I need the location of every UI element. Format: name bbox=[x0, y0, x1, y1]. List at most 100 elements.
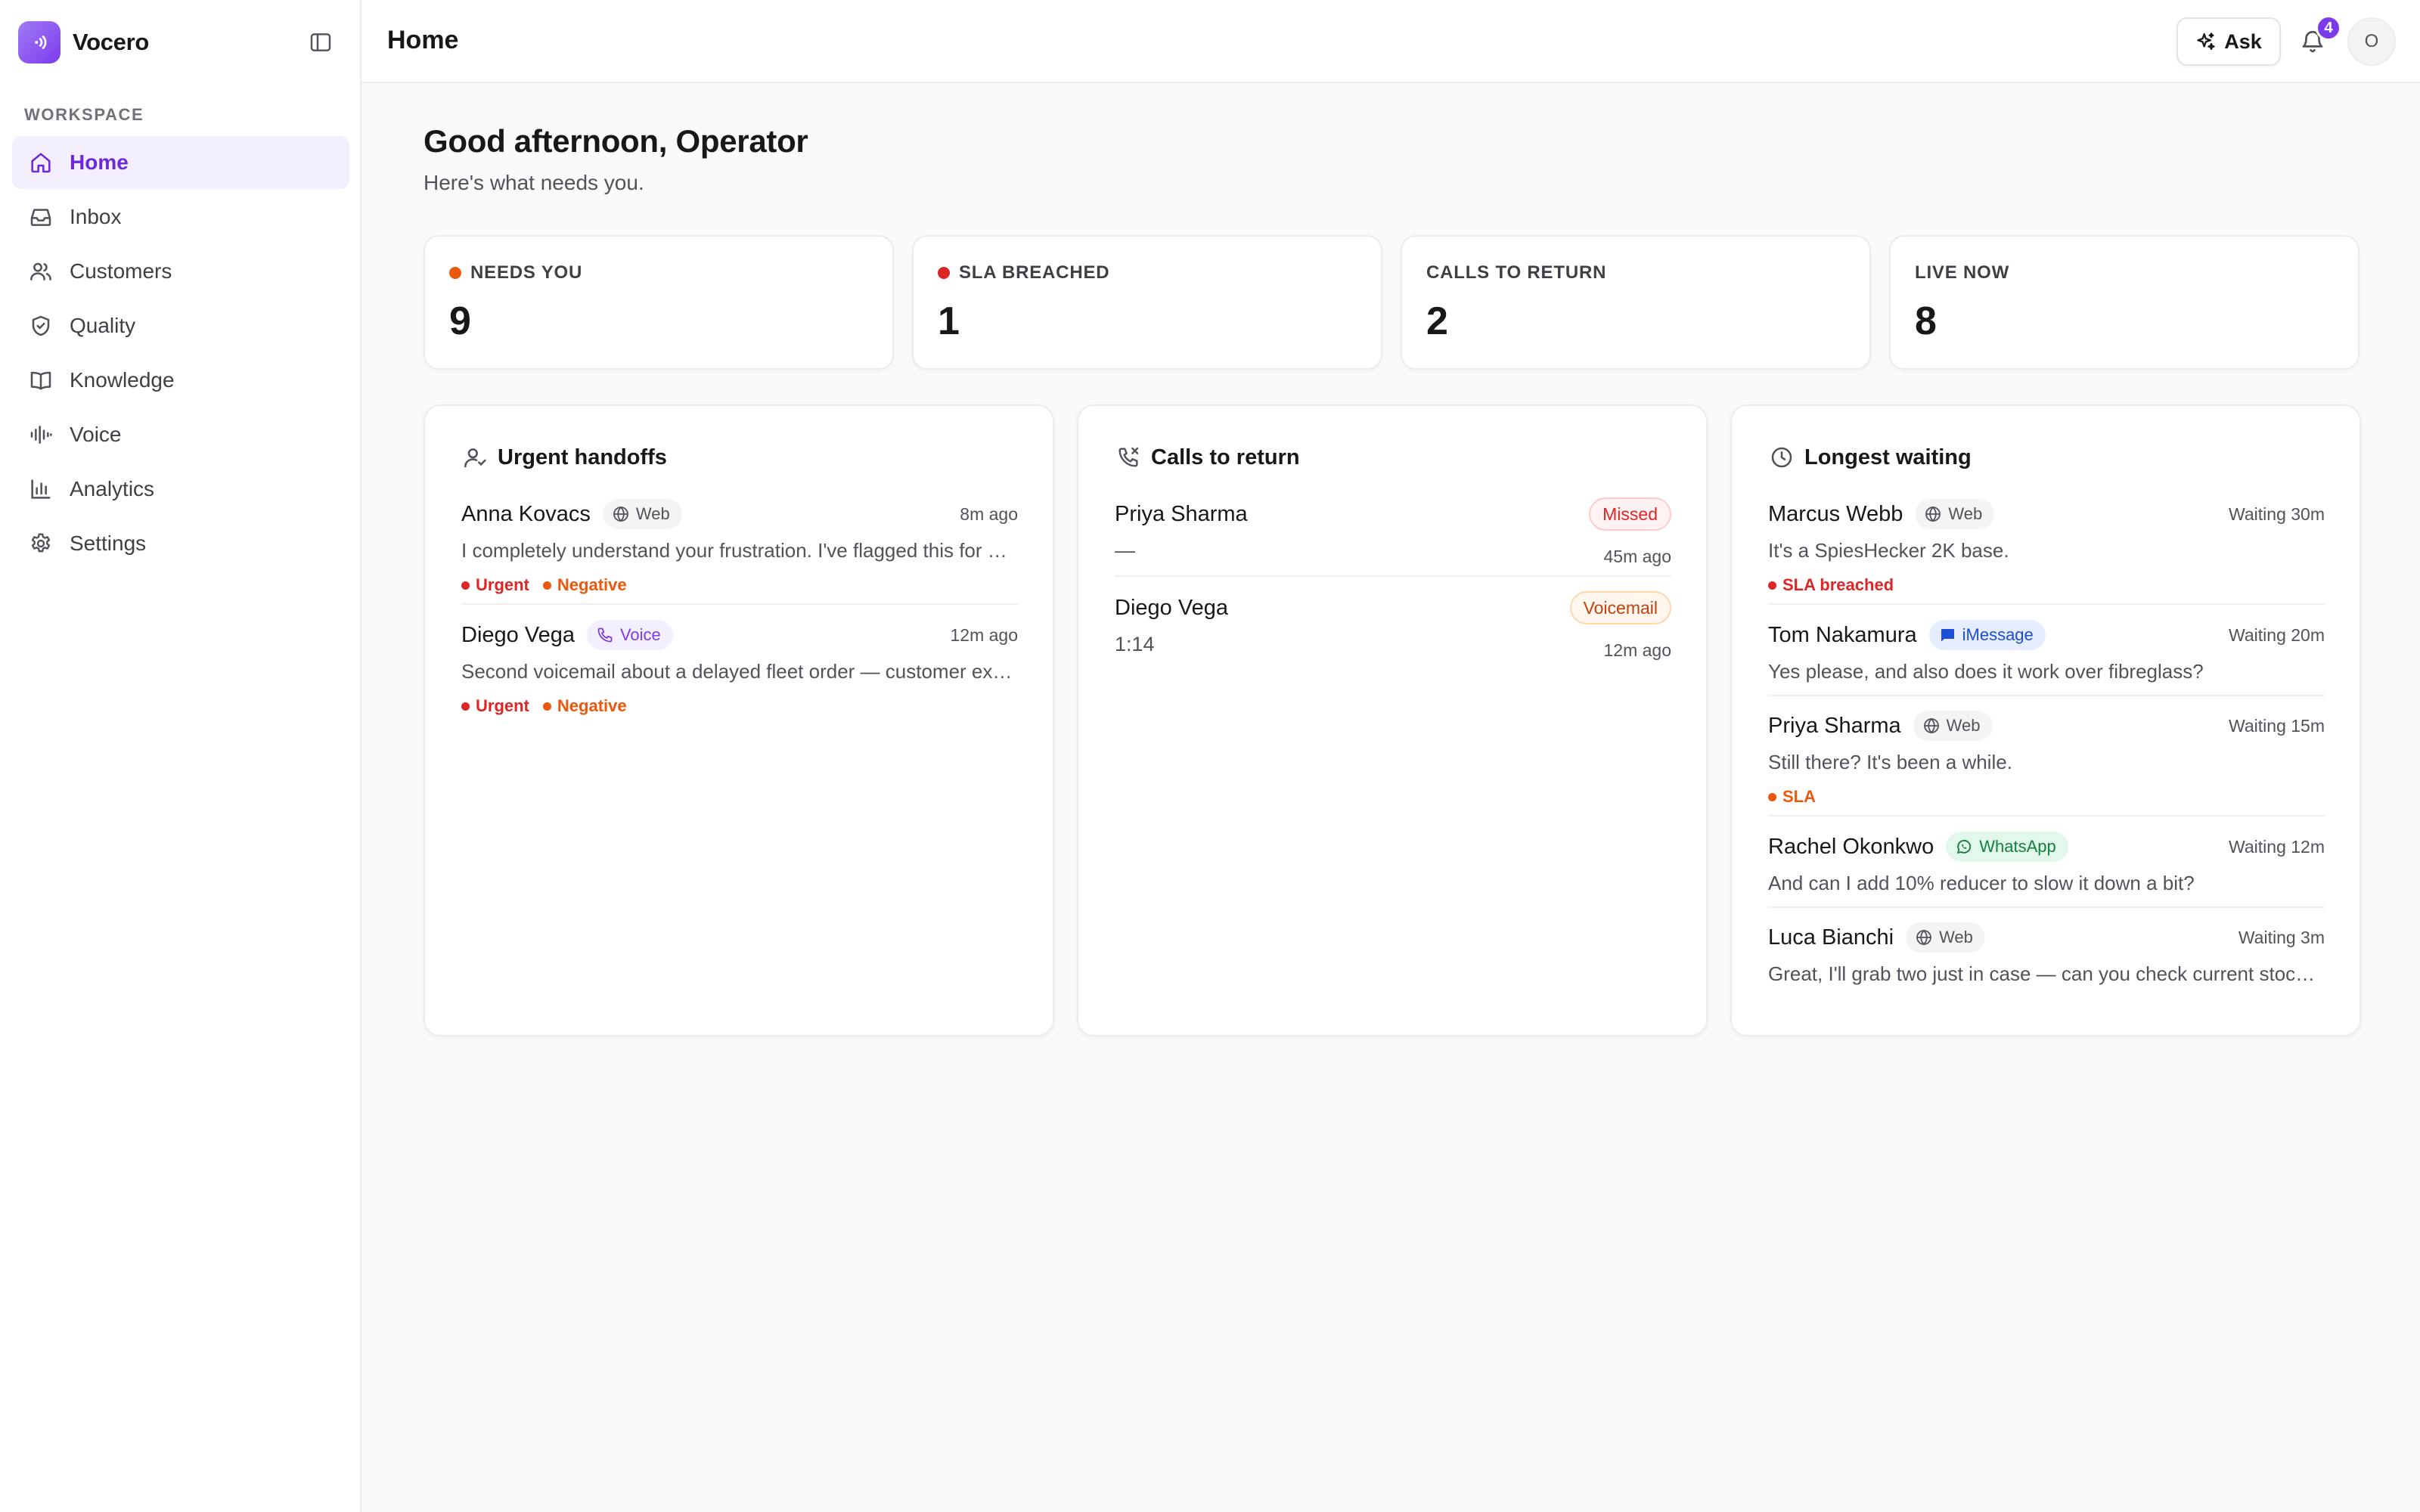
message-preview: And can I add 10% reducer to slow it dow… bbox=[1768, 872, 2195, 894]
stat-card-live-now[interactable]: LIVE NOW 8 bbox=[1889, 235, 2360, 370]
stat-value: 8 bbox=[1915, 299, 1937, 343]
sidebar-item-quality[interactable]: Quality bbox=[12, 299, 349, 352]
message-preview: Second voicemail about a delayed fleet o… bbox=[461, 660, 1018, 683]
channel-chip: Web bbox=[1906, 922, 1985, 953]
tag-sla: SLA bbox=[1768, 787, 1816, 807]
sidebar-item-inbox[interactable]: Inbox bbox=[12, 191, 349, 243]
panel-title: Calls to return bbox=[1151, 445, 1300, 469]
greeting-subtitle: Here's what needs you. bbox=[424, 171, 644, 194]
list-item[interactable]: Diego Vega Voice 12m ago Second voicemai… bbox=[461, 618, 1018, 726]
stat-label: CALLS TO RETURN bbox=[1426, 262, 1606, 284]
sidebar-item-voice[interactable]: Voice bbox=[12, 408, 349, 461]
timestamp: 45m ago bbox=[1603, 547, 1671, 566]
sidebar-toggle-button[interactable] bbox=[306, 27, 336, 57]
list-item[interactable]: Anna Kovacs Web 8m ago I completely unde… bbox=[461, 497, 1018, 605]
tag-list: Urgent Negative bbox=[461, 575, 627, 595]
channel-label: Web bbox=[1939, 928, 1973, 947]
panel-title: Urgent handoffs bbox=[498, 445, 667, 469]
stat-value: 2 bbox=[1426, 299, 1448, 343]
shield-check-icon bbox=[27, 312, 54, 339]
list-item[interactable]: Rachel Okonkwo WhatsApp Waiting 12m And … bbox=[1768, 829, 2325, 908]
whatsapp-icon bbox=[1957, 839, 1972, 854]
globe-icon bbox=[1923, 717, 1939, 734]
sidebar-item-home[interactable]: Home bbox=[12, 136, 349, 189]
customer-name: Diego Vega bbox=[461, 622, 575, 647]
sidebar-item-label: Knowledge bbox=[70, 368, 175, 392]
stat-label: SLA BREACHED bbox=[938, 262, 1109, 284]
ask-button-label: Ask bbox=[2224, 29, 2262, 53]
panel-title: Longest waiting bbox=[1804, 445, 1972, 469]
user-alert-icon bbox=[461, 444, 489, 471]
channel-label: Web bbox=[635, 504, 670, 523]
list-item[interactable]: Marcus Webb Web Waiting 30m It's a Spies… bbox=[1768, 497, 2325, 605]
sidebar-item-settings[interactable]: Settings bbox=[12, 517, 349, 570]
channel-chip: iMessage bbox=[1928, 620, 2046, 650]
gear-icon bbox=[27, 530, 54, 557]
timestamp: 12m ago bbox=[1603, 640, 1671, 660]
stat-label: NEEDS YOU bbox=[449, 262, 582, 284]
call-detail: — bbox=[1115, 539, 1135, 562]
customer-name: Luca Bianchi bbox=[1768, 925, 1894, 950]
urgent-handoffs-panel: Urgent handoffs Anna Kovacs Web 8m ago I… bbox=[424, 404, 1054, 1036]
sidebar-item-label: Quality bbox=[70, 314, 136, 337]
avatar[interactable]: O bbox=[2347, 17, 2396, 66]
book-open-icon bbox=[27, 367, 54, 394]
panel-header: Urgent handoffs bbox=[461, 444, 667, 471]
wait-time: Waiting 30m bbox=[2229, 503, 2325, 524]
list-item[interactable]: Luca Bianchi Web Waiting 3m Great, I'll … bbox=[1768, 920, 2325, 999]
list-item[interactable]: Tom Nakamura iMessage Waiting 20m Yes pl… bbox=[1768, 618, 2325, 696]
sidebar-item-label: Home bbox=[70, 150, 129, 174]
channel-label: WhatsApp bbox=[1979, 837, 2056, 856]
sidebar: Vocero WORKSPACE Home Inbox Customers Qu… bbox=[0, 0, 361, 1512]
stat-label-text: SLA BREACHED bbox=[959, 262, 1110, 283]
sidebar-item-customers[interactable]: Customers bbox=[12, 245, 349, 298]
channel-label: Web bbox=[1948, 504, 1983, 523]
customer-name: Marcus Webb bbox=[1768, 501, 1903, 526]
panel-left-icon bbox=[310, 33, 331, 51]
top-bar: Home Ask 4 O bbox=[361, 0, 2420, 83]
channel-chip: Voice bbox=[586, 620, 673, 650]
stat-label-text: CALLS TO RETURN bbox=[1426, 262, 1607, 283]
panel-header: Calls to return bbox=[1115, 444, 1300, 471]
sidebar-section-label: WORKSPACE bbox=[24, 105, 144, 124]
customer-name: Anna Kovacs bbox=[461, 501, 591, 526]
audio-waveform-icon bbox=[27, 421, 54, 448]
call-detail: 1:14 bbox=[1115, 633, 1155, 655]
customer-name: Priya Sharma bbox=[1768, 713, 1901, 738]
stat-label-text: LIVE NOW bbox=[1915, 262, 2010, 283]
sidebar-item-analytics[interactable]: Analytics bbox=[12, 463, 349, 516]
message-preview: Still there? It's been a while. bbox=[1768, 751, 2012, 773]
list-item[interactable]: Priya Sharma Web Waiting 15m Still there… bbox=[1768, 708, 2325, 816]
longest-waiting-panel: Longest waiting Marcus Webb Web Waiting … bbox=[1730, 404, 2361, 1036]
channel-label: iMessage bbox=[1962, 625, 2034, 644]
inbox-icon bbox=[27, 203, 54, 231]
list-item[interactable]: Priya Sharma Missed — 45m ago bbox=[1115, 497, 1671, 577]
notification-count-badge: 4 bbox=[2316, 15, 2341, 41]
stat-card-needs-you[interactable]: NEEDS YOU 9 bbox=[424, 235, 894, 370]
caller-name: Priya Sharma bbox=[1115, 501, 1248, 526]
bar-chart-icon bbox=[27, 476, 54, 503]
sidebar-item-knowledge[interactable]: Knowledge bbox=[12, 354, 349, 407]
page-title: Home bbox=[387, 26, 459, 54]
wait-time: Waiting 20m bbox=[2229, 624, 2325, 645]
customer-name: Rachel Okonkwo bbox=[1768, 834, 1934, 859]
orange-dot-icon bbox=[449, 267, 461, 279]
list-item[interactable]: Diego Vega Voicemail 1:14 12m ago bbox=[1115, 590, 1671, 671]
wait-time: Waiting 3m bbox=[2238, 927, 2325, 947]
tag-list: Urgent Negative bbox=[461, 696, 627, 716]
red-dot-icon bbox=[938, 267, 950, 279]
brand[interactable]: Vocero bbox=[18, 21, 149, 64]
stat-card-sla-breached[interactable]: SLA BREACHED 1 bbox=[912, 235, 1382, 370]
calls-to-return-panel: Calls to return Priya Sharma Missed — 45… bbox=[1077, 404, 1708, 1036]
message-preview: I completely understand your frustration… bbox=[461, 539, 1018, 562]
channel-chip: Web bbox=[602, 499, 682, 529]
home-icon bbox=[27, 149, 54, 176]
channel-chip: Web bbox=[1915, 499, 1995, 529]
ask-button[interactable]: Ask bbox=[2176, 17, 2281, 66]
stat-label: LIVE NOW bbox=[1915, 262, 2009, 284]
tag-urgent: Urgent bbox=[461, 575, 529, 595]
message-square-icon bbox=[1941, 629, 1954, 642]
sparkles-icon bbox=[2197, 33, 2215, 51]
users-icon bbox=[27, 258, 54, 285]
stat-card-calls-to-return[interactable]: CALLS TO RETURN 2 bbox=[1401, 235, 1871, 370]
